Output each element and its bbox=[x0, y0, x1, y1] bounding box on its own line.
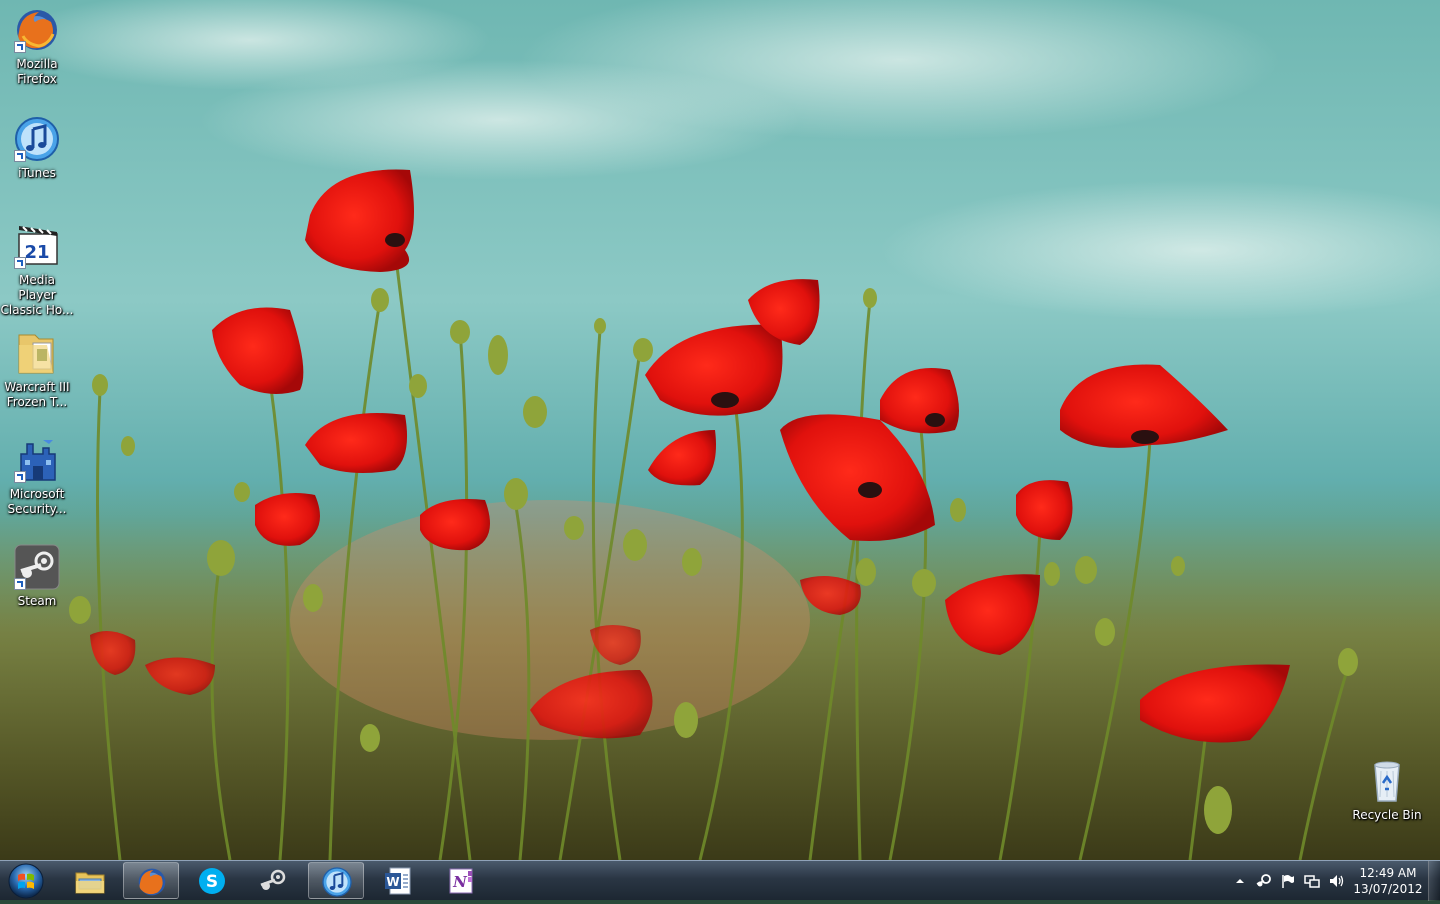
desktop-icon-label: Media Player Classic Ho... bbox=[0, 273, 74, 317]
clock-time: 12:49 AM bbox=[1359, 866, 1417, 880]
windows-logo-icon bbox=[8, 863, 44, 899]
warcraft-folder-icon bbox=[13, 329, 61, 377]
recycle-bin-icon bbox=[1363, 757, 1411, 805]
desktop-icon-label: Mozilla Firefox bbox=[16, 57, 58, 86]
taskbar: S W N 12:49 AM 13/07/2012 bbox=[0, 860, 1440, 901]
firefox-icon bbox=[13, 6, 61, 54]
desktop-icon-microsoft-security[interactable]: Microsoft Security... bbox=[0, 436, 74, 517]
taskbar-app-onenote[interactable]: N bbox=[432, 862, 488, 899]
steam-tray-icon[interactable] bbox=[1256, 873, 1272, 889]
desktop-icon-label: Steam bbox=[17, 594, 57, 608]
word-icon: W bbox=[385, 867, 411, 895]
skype-icon: S bbox=[199, 868, 225, 894]
desktop-icon-recycle-bin[interactable]: Recycle Bin bbox=[1350, 757, 1424, 823]
itunes-icon bbox=[13, 115, 61, 163]
chevron-up-icon[interactable] bbox=[1232, 873, 1248, 889]
media-player-classic-icon: 21 bbox=[13, 222, 61, 270]
taskbar-app-explorer[interactable] bbox=[62, 862, 118, 899]
system-clock[interactable]: 12:49 AM 13/07/2012 bbox=[1348, 865, 1428, 897]
desktop-icon-label: Microsoft Security... bbox=[7, 487, 67, 516]
desktop-icon-label: Warcraft III Frozen T... bbox=[4, 380, 70, 409]
action-center-flag-icon[interactable] bbox=[1280, 873, 1296, 889]
svg-text:21: 21 bbox=[24, 242, 49, 263]
svg-text:N: N bbox=[452, 873, 468, 891]
taskbar-app-word[interactable]: W bbox=[370, 862, 426, 899]
steam-icon bbox=[13, 543, 61, 591]
folder-icon bbox=[75, 872, 105, 894]
taskbar-app-itunes[interactable] bbox=[308, 862, 364, 899]
steam-icon bbox=[260, 869, 286, 890]
taskbar-app-skype[interactable]: S bbox=[184, 862, 240, 899]
taskbar-app-firefox[interactable] bbox=[123, 862, 179, 899]
desktop-icon-label: iTunes bbox=[18, 166, 56, 180]
svg-text:S: S bbox=[206, 872, 218, 892]
desktop-icon-steam[interactable]: Steam bbox=[0, 543, 74, 609]
show-desktop-button[interactable] bbox=[1428, 861, 1440, 901]
desktop-icon-warcraft-folder[interactable]: Warcraft III Frozen T... bbox=[0, 329, 74, 410]
desktop-icon-firefox[interactable]: Mozilla Firefox bbox=[0, 6, 74, 87]
desktop-icon-itunes[interactable]: iTunes bbox=[0, 115, 74, 181]
desktop-wallpaper bbox=[0, 0, 1440, 860]
network-icon[interactable] bbox=[1304, 873, 1320, 889]
desktop-icon-label: Recycle Bin bbox=[1352, 808, 1422, 822]
desktop-icon-media-player-classic[interactable]: 21 Media Player Classic Ho... bbox=[0, 222, 74, 318]
taskbar-app-steam[interactable] bbox=[245, 862, 301, 899]
start-button[interactable] bbox=[6, 862, 46, 900]
onenote-icon: N bbox=[449, 868, 473, 894]
microsoft-security-icon bbox=[13, 436, 61, 484]
firefox-icon bbox=[138, 868, 166, 896]
clock-date: 13/07/2012 bbox=[1353, 882, 1423, 896]
svg-text:W: W bbox=[386, 875, 399, 889]
itunes-icon bbox=[322, 867, 352, 897]
volume-icon[interactable] bbox=[1328, 873, 1344, 889]
